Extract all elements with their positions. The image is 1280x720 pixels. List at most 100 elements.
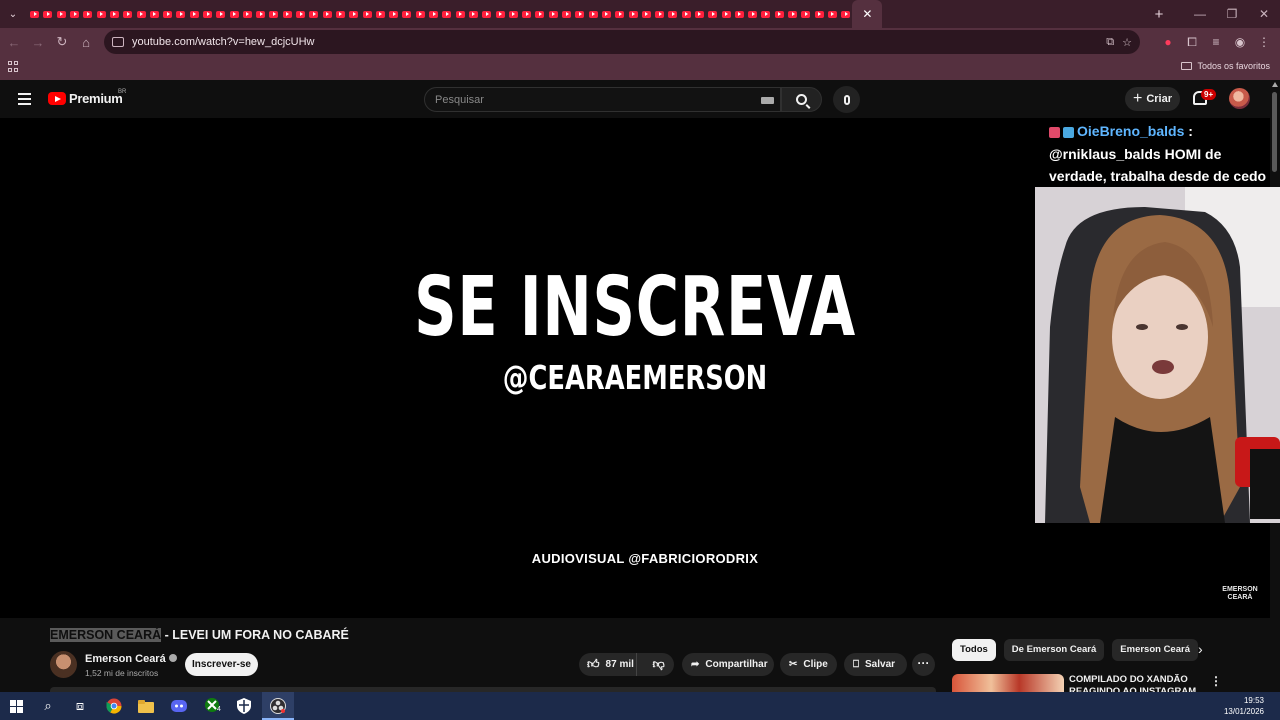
browser-tab[interactable] — [613, 0, 626, 28]
restore-icon[interactable]: ❐ — [1216, 0, 1248, 28]
browser-tab[interactable] — [94, 0, 107, 28]
back-icon[interactable]: ← — [2, 35, 26, 50]
browser-tab[interactable] — [813, 0, 826, 28]
browser-tab[interactable] — [666, 0, 679, 28]
chrome-icon[interactable] — [104, 696, 124, 716]
more-actions-button[interactable]: ··· — [912, 653, 935, 676]
browser-tab[interactable] — [653, 0, 666, 28]
recommended-video-thumbnail[interactable] — [952, 674, 1064, 692]
browser-tab[interactable] — [161, 0, 174, 28]
reload-icon[interactable]: ↻ — [50, 34, 74, 50]
file-explorer-icon[interactable] — [136, 696, 156, 716]
dislike-button[interactable]: 👎︎ — [643, 657, 674, 672]
discord-icon[interactable] — [169, 696, 189, 716]
browser-tab[interactable] — [507, 0, 520, 28]
browser-tab[interactable] — [786, 0, 799, 28]
site-info-icon[interactable] — [112, 37, 124, 47]
browser-tab[interactable] — [307, 0, 320, 28]
tab-search-chevron-icon[interactable]: ⌄ — [2, 3, 24, 25]
browser-tab[interactable] — [600, 0, 613, 28]
browser-menu-icon[interactable]: ⋮ — [1252, 35, 1276, 49]
open-in-app-icon[interactable]: ⧉ — [1106, 36, 1114, 49]
browser-tab[interactable] — [773, 0, 786, 28]
browser-tab[interactable] — [28, 0, 41, 28]
share-button[interactable]: ➦ Compartilhar — [682, 653, 774, 676]
browser-tab[interactable] — [414, 0, 427, 28]
browser-tab[interactable] — [680, 0, 693, 28]
browser-tab[interactable] — [387, 0, 400, 28]
scrollbar-thumb[interactable] — [1272, 92, 1277, 172]
keyboard-icon[interactable] — [761, 97, 774, 104]
chip-from-channel[interactable]: De Emerson Ceará — [1003, 639, 1105, 661]
browser-tab[interactable] — [440, 0, 453, 28]
browser-tab[interactable] — [374, 0, 387, 28]
security-shield-icon[interactable] — [234, 696, 254, 716]
recommended-video-title[interactable]: COMPILADO DO XANDÃO REAGINDO AO INSTAGRA… — [1069, 674, 1199, 692]
browser-tab[interactable] — [148, 0, 161, 28]
browser-tab[interactable] — [81, 0, 94, 28]
system-clock[interactable]: 19:53 13/01/2026 — [1224, 695, 1264, 717]
browser-tab[interactable] — [573, 0, 586, 28]
browser-tab[interactable] — [41, 0, 54, 28]
browser-tab[interactable] — [334, 0, 347, 28]
new-tab-button[interactable]: + — [1148, 6, 1170, 23]
obs-icon[interactable] — [268, 696, 288, 716]
channel-name[interactable]: Emerson Ceará — [85, 653, 177, 665]
browser-tab[interactable] — [360, 0, 373, 28]
bookmark-star-icon[interactable]: ☆ — [1122, 36, 1132, 49]
task-view-icon[interactable]: ⧈ — [70, 696, 90, 716]
clip-button[interactable]: ✂ Clipe — [780, 653, 837, 676]
create-button[interactable]: + Criar — [1125, 87, 1180, 111]
minimize-icon[interactable]: — — [1184, 0, 1216, 28]
browser-tab[interactable] — [586, 0, 599, 28]
chip-channel[interactable]: Emerson Ceará — [1112, 639, 1198, 661]
channel-watermark[interactable]: EMERSON CEARÁ — [1218, 586, 1262, 602]
search-button[interactable] — [781, 87, 822, 112]
browser-tab[interactable] — [201, 0, 214, 28]
like-button[interactable]: 👍︎ 87 mil — [579, 653, 638, 676]
browser-tab[interactable] — [241, 0, 254, 28]
xbox-icon[interactable]: 4 — [203, 696, 223, 716]
browser-tab[interactable] — [188, 0, 201, 28]
browser-tab[interactable] — [174, 0, 187, 28]
menu-icon[interactable] — [18, 93, 31, 105]
browser-tab[interactable] — [826, 0, 839, 28]
browser-tab[interactable] — [533, 0, 546, 28]
browser-tab[interactable] — [267, 0, 280, 28]
browser-tab[interactable] — [108, 0, 121, 28]
extensions-icon[interactable]: ⧠ — [1180, 35, 1204, 50]
browser-tab[interactable] — [214, 0, 227, 28]
url-text[interactable]: youtube.com/watch?v=hew_dcjcUHw — [132, 36, 315, 48]
browser-tab[interactable] — [560, 0, 573, 28]
browser-tab[interactable] — [799, 0, 812, 28]
account-avatar[interactable] — [1229, 88, 1250, 109]
address-bar[interactable]: youtube.com/watch?v=hew_dcjcUHw ⧉ ☆ — [104, 30, 1140, 54]
browser-tab[interactable] — [693, 0, 706, 28]
subscribe-button[interactable]: Inscrever-se — [185, 653, 258, 676]
browser-tab[interactable] — [227, 0, 240, 28]
channel-avatar[interactable] — [50, 651, 77, 678]
browser-tab[interactable] — [839, 0, 852, 28]
browser-tab[interactable] — [640, 0, 653, 28]
browser-tab[interactable] — [706, 0, 719, 28]
chevron-right-icon[interactable]: › — [1198, 641, 1203, 657]
close-window-icon[interactable]: ✕ — [1248, 0, 1280, 28]
browser-tab[interactable] — [746, 0, 759, 28]
browser-tab[interactable] — [254, 0, 267, 28]
chip-all[interactable]: Todos — [952, 639, 996, 661]
browser-tab[interactable] — [55, 0, 68, 28]
browser-tab[interactable] — [759, 0, 772, 28]
search-taskbar-icon[interactable]: ⌕ — [38, 696, 58, 716]
apps-grid-icon[interactable] — [8, 61, 20, 73]
voice-search-button[interactable] — [833, 86, 860, 113]
windows-start-icon[interactable] — [6, 696, 26, 716]
browser-tab[interactable] — [321, 0, 334, 28]
forward-icon[interactable]: → — [26, 35, 50, 50]
browser-tab[interactable] — [400, 0, 413, 28]
browser-tab[interactable] — [427, 0, 440, 28]
save-button[interactable]: ⎕ Salvar — [844, 653, 907, 676]
browser-tab[interactable] — [281, 0, 294, 28]
browser-tab[interactable] — [493, 0, 506, 28]
browser-tab[interactable] — [467, 0, 480, 28]
browser-tab[interactable] — [733, 0, 746, 28]
